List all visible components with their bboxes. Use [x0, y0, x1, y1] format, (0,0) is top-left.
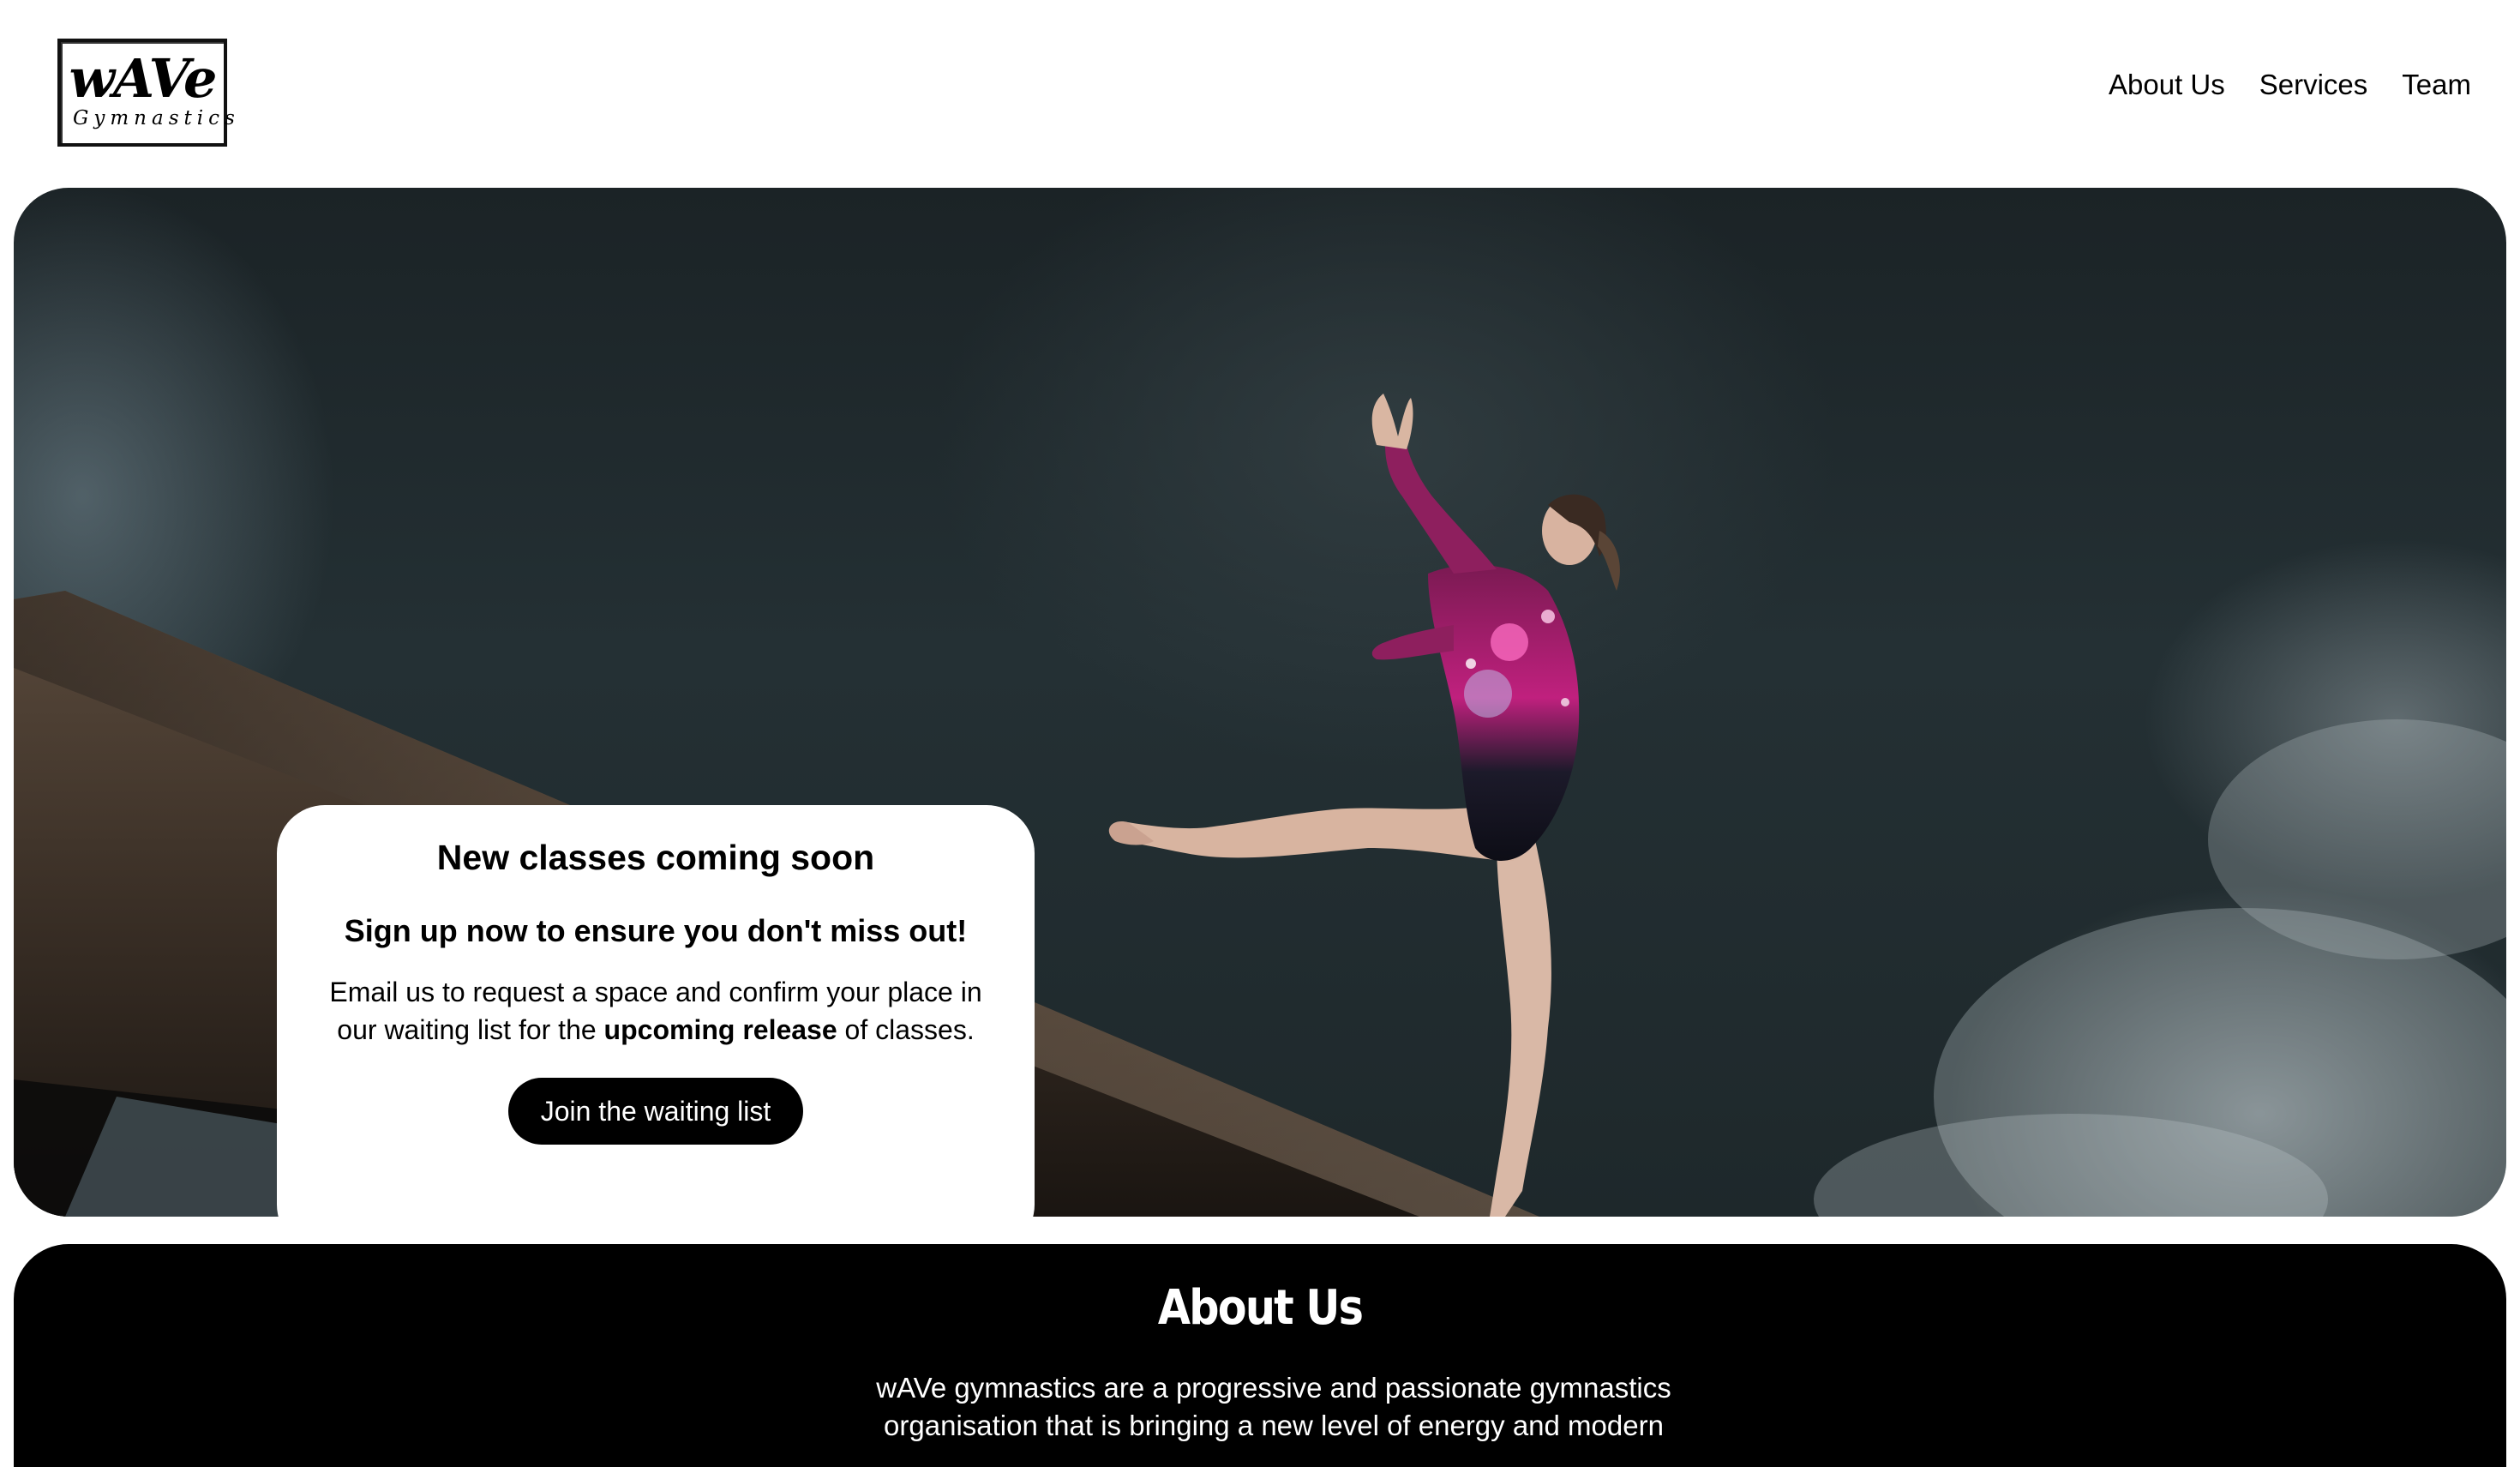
- logo-subtitle: Gymnastics: [73, 107, 240, 129]
- card-subtitle: Sign up now to ensure you don't miss out…: [344, 913, 968, 948]
- about-title: About Us: [1157, 1280, 1364, 1336]
- about-section: About Us wAVe gymnastics are a progressi…: [14, 1244, 2506, 1467]
- hero-banner: New classes coming soon Sign up now to e…: [14, 188, 2506, 1217]
- nav-link-services[interactable]: Services: [2259, 67, 2368, 103]
- nav-link-about-us[interactable]: About Us: [2109, 67, 2225, 103]
- join-waiting-list-button[interactable]: Join the waiting list: [507, 1078, 804, 1145]
- about-text: wAVe gymnastics are a progressive and pa…: [876, 1372, 1671, 1441]
- promo-card: New classes coming soon Sign up now to e…: [277, 805, 1035, 1217]
- logo-wordmark: wAVe: [69, 47, 218, 110]
- site-header: wAVe Gymnastics About Us Services Team: [0, 0, 2520, 185]
- card-body: Email us to request a space and confirm …: [328, 973, 983, 1049]
- logo[interactable]: wAVe Gymnastics: [57, 39, 240, 147]
- main-nav: About Us Services Team: [2109, 67, 2471, 103]
- card-body-text-end: of classes.: [837, 1014, 975, 1045]
- card-title: New classes coming soon: [436, 838, 875, 877]
- card-body-highlight: upcoming release: [603, 1014, 837, 1045]
- nav-link-team[interactable]: Team: [2402, 67, 2471, 103]
